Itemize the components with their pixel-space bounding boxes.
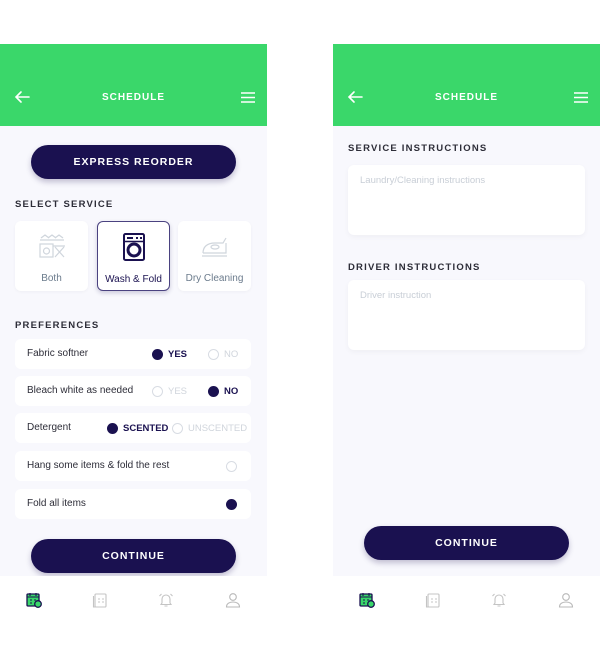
service-option-both[interactable]: Both bbox=[15, 221, 88, 291]
radio-dot bbox=[208, 348, 219, 360]
service-option-wash-fold[interactable]: Wash & Fold bbox=[97, 221, 170, 291]
iron-icon bbox=[201, 237, 227, 257]
radio-yes[interactable]: YES bbox=[152, 339, 187, 369]
radio-no[interactable]: NO bbox=[208, 376, 238, 406]
continue-button[interactable]: CONTINUE bbox=[364, 526, 569, 560]
radio-yes[interactable]: YES bbox=[152, 376, 187, 406]
radio-dot bbox=[152, 385, 163, 397]
radio-dot bbox=[208, 385, 219, 397]
schedule-screen-preferences: SCHEDULE EXPRESS REORDER SELECT SERVICE … bbox=[0, 44, 267, 621]
radio-dot bbox=[152, 348, 163, 360]
radio-hang-some[interactable] bbox=[226, 451, 242, 481]
radio-no[interactable]: NO bbox=[208, 339, 238, 369]
preference-detergent: Detergent SCENTED UNSCENTED bbox=[15, 413, 251, 443]
driver-instructions-input[interactable] bbox=[348, 280, 585, 350]
app-header: SCHEDULE bbox=[0, 44, 267, 126]
service-option-dry-cleaning[interactable]: Dry Cleaning bbox=[178, 221, 251, 291]
radio-dot bbox=[107, 422, 118, 434]
calendar-schedule-icon[interactable] bbox=[26, 592, 42, 608]
bottom-nav bbox=[0, 576, 267, 621]
preference-hang-some-items[interactable]: Hang some items & fold the rest bbox=[15, 451, 251, 481]
service-label: Both bbox=[41, 273, 62, 284]
preferences-label: PREFERENCES bbox=[15, 320, 100, 331]
service-instructions-field[interactable] bbox=[348, 165, 585, 235]
bottom-nav bbox=[333, 576, 600, 621]
radio-dot bbox=[172, 422, 183, 434]
option-label: YES bbox=[168, 385, 188, 397]
express-reorder-button[interactable]: EXPRESS REORDER bbox=[31, 145, 236, 179]
select-service-label: SELECT SERVICE bbox=[15, 199, 114, 210]
app-header: SCHEDULE bbox=[333, 44, 600, 126]
preference-label: Hang some items & fold the rest bbox=[27, 460, 170, 471]
continue-button[interactable]: CONTINUE bbox=[31, 539, 236, 573]
service-label: Dry Cleaning bbox=[185, 273, 244, 284]
page-title: SCHEDULE bbox=[101, 92, 165, 103]
preference-label: Bleach white as needed bbox=[27, 385, 134, 396]
schedule-screen-instructions: SCHEDULE SERVICE INSTRUCTIONS DRIVER INS… bbox=[333, 44, 600, 621]
washing-machine-icon bbox=[122, 233, 145, 261]
preference-label: Fold all items bbox=[27, 498, 86, 509]
driver-instructions-field[interactable] bbox=[348, 280, 585, 350]
preference-bleach: Bleach white as needed YES NO bbox=[15, 376, 251, 406]
bell-notification-icon[interactable] bbox=[158, 592, 174, 608]
hamburger-menu-icon[interactable] bbox=[574, 92, 588, 103]
radio-scented[interactable]: SCENTED bbox=[107, 413, 168, 443]
radio-dot bbox=[226, 460, 237, 472]
orders-list-icon[interactable] bbox=[92, 592, 108, 608]
orders-list-icon[interactable] bbox=[425, 592, 441, 608]
hamburger-menu-icon[interactable] bbox=[241, 92, 255, 103]
service-label: Wash & Fold bbox=[105, 274, 162, 285]
radio-unscented[interactable]: UNSCENTED bbox=[172, 413, 247, 443]
option-label: YES bbox=[168, 348, 188, 360]
page-title: SCHEDULE bbox=[434, 92, 498, 103]
radio-fold-all[interactable] bbox=[226, 489, 242, 519]
user-profile-icon[interactable] bbox=[225, 592, 241, 608]
hangers-washer-ironing-board-icon bbox=[38, 234, 65, 258]
calendar-schedule-icon[interactable] bbox=[359, 592, 375, 608]
radio-dot bbox=[226, 498, 237, 510]
bell-notification-icon[interactable] bbox=[491, 592, 507, 608]
option-label: NO bbox=[224, 348, 239, 360]
preference-label: Fabric softner bbox=[27, 348, 89, 359]
preference-label: Detergent bbox=[27, 422, 71, 433]
service-instructions-input[interactable] bbox=[348, 165, 585, 235]
option-label: UNSCENTED bbox=[188, 422, 248, 434]
user-profile-icon[interactable] bbox=[558, 592, 574, 608]
preference-fabric-softener: Fabric softner YES NO bbox=[15, 339, 251, 369]
service-instructions-label: SERVICE INSTRUCTIONS bbox=[348, 143, 488, 154]
option-label: SCENTED bbox=[123, 422, 169, 434]
driver-instructions-label: DRIVER INSTRUCTIONS bbox=[348, 262, 481, 273]
option-label: NO bbox=[224, 385, 239, 397]
preference-fold-all-items[interactable]: Fold all items bbox=[15, 489, 251, 519]
